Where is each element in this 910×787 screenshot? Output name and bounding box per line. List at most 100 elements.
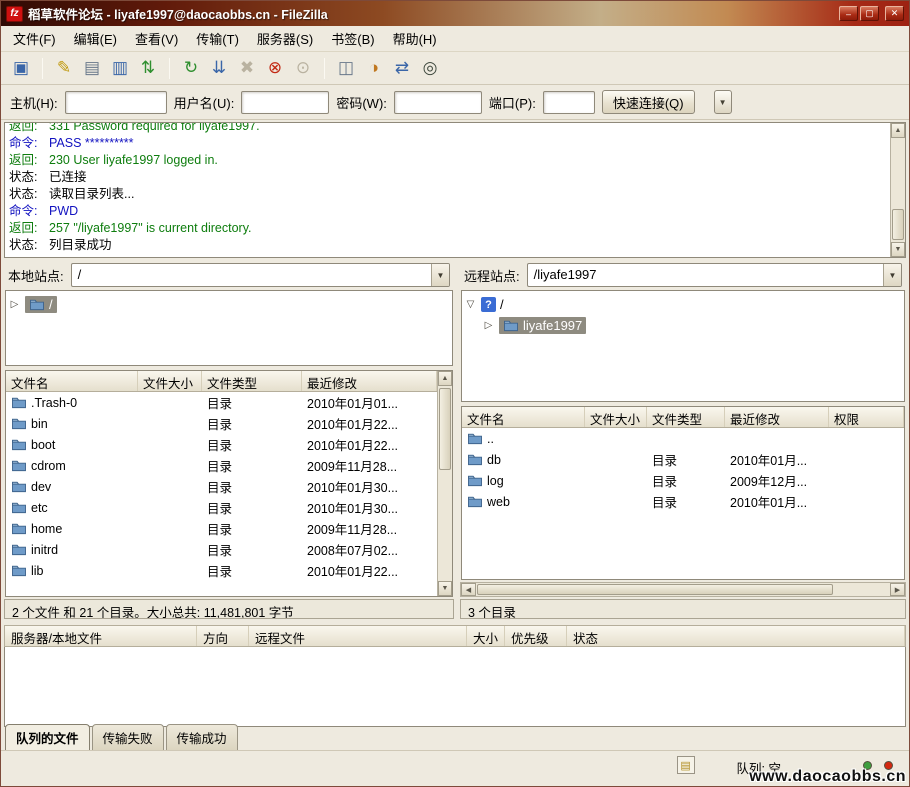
local-tree-root[interactable]: / (8, 294, 450, 315)
scroll-thumb[interactable] (477, 584, 833, 595)
remote-list-hscrollbar[interactable] (460, 582, 906, 597)
file-name: web (487, 495, 510, 509)
synchronized-browsing-icon[interactable]: ⇄ (389, 55, 415, 81)
remote-list-header[interactable]: 文件名文件大小文件类型最近修改权限 (462, 407, 904, 428)
remote-tree-root[interactable]: / (464, 294, 902, 315)
toggle-message-log-icon[interactable]: ✎ (51, 55, 77, 81)
expander-icon[interactable] (482, 320, 495, 331)
filter-icon[interactable]: ◫ (333, 55, 359, 81)
toggle-local-tree-icon[interactable]: ▤ (79, 55, 105, 81)
column-header[interactable]: 最近修改 (725, 407, 829, 427)
find-files-icon[interactable]: ◎ (417, 55, 443, 81)
column-header[interactable]: 文件类型 (202, 371, 302, 391)
title-bar: fz 稻草软件论坛 - liyafe1997@daocaobbs.cn - Fi… (1, 1, 909, 26)
column-header[interactable]: 文件名 (6, 371, 138, 391)
file-row[interactable]: lib 目录 2010年01月22... (6, 560, 437, 581)
tab-failed-transfers[interactable]: 传输失败 (92, 724, 164, 750)
local-list-header[interactable]: 文件名文件大小文件类型最近修改 (6, 371, 437, 392)
file-row[interactable]: bin 目录 2010年01月22... (6, 413, 437, 434)
local-list-scrollbar[interactable] (437, 371, 452, 596)
quickconnect-button[interactable]: 快速连接(Q) (602, 90, 695, 114)
scroll-down-button[interactable] (438, 581, 452, 596)
scroll-right-button[interactable] (890, 583, 905, 596)
tab-queued-files[interactable]: 队列的文件 (5, 724, 90, 750)
local-site-combo[interactable]: / (71, 263, 450, 287)
column-header[interactable]: 最近修改 (302, 371, 437, 391)
remote-tree-node[interactable]: liyafe1997 (464, 315, 902, 336)
host-input[interactable] (65, 91, 167, 114)
close-button[interactable]: ✕ (885, 6, 904, 21)
local-site-value[interactable]: / (72, 264, 431, 286)
queue-header[interactable]: 服务器/本地文件方向远程文件大小优先级状态 (4, 625, 906, 647)
minimize-button[interactable]: – (839, 6, 858, 21)
chevron-down-icon[interactable] (431, 264, 449, 286)
chevron-down-icon[interactable] (883, 264, 901, 286)
file-row[interactable]: db 目录 2010年01月... (462, 449, 904, 470)
password-input[interactable] (394, 91, 482, 114)
column-header[interactable]: 大小 (467, 626, 505, 646)
file-row[interactable]: .. (462, 428, 904, 449)
refresh-icon[interactable]: ↻ (178, 55, 204, 81)
reconnect-icon[interactable]: ⊙ (290, 55, 316, 81)
file-row[interactable]: etc 目录 2010年01月30... (6, 497, 437, 518)
disconnect-icon[interactable]: ⊗ (262, 55, 288, 81)
transfer-queue-list[interactable] (4, 647, 906, 727)
column-header[interactable]: 文件大小 (585, 407, 647, 427)
site-manager-icon[interactable]: ▣ (8, 55, 34, 81)
menu-transfer[interactable]: 传输(T) (187, 26, 248, 51)
directory-comparison-icon[interactable]: ◑ (361, 55, 387, 81)
cancel-operation-icon[interactable]: ✖ (234, 55, 260, 81)
remote-tree[interactable]: / liyafe1997 (461, 290, 905, 402)
column-header[interactable]: 方向 (197, 626, 249, 646)
column-header[interactable]: 远程文件 (249, 626, 467, 646)
file-row[interactable]: initrd 目录 2008年07月02... (6, 539, 437, 560)
menu-view[interactable]: 查看(V) (126, 26, 187, 51)
port-input[interactable] (543, 91, 595, 114)
column-header[interactable]: 权限 (829, 407, 904, 427)
log-notification-icon[interactable]: ▤ (677, 756, 695, 774)
port-label: 端口(P): (489, 93, 536, 112)
process-queue-icon[interactable]: ⇊ (206, 55, 232, 81)
file-row[interactable]: boot 目录 2010年01月22... (6, 434, 437, 455)
scroll-left-button[interactable] (461, 583, 476, 596)
file-row[interactable]: home 目录 2009年11月28... (6, 518, 437, 539)
menu-edit[interactable]: 编辑(E) (65, 26, 126, 51)
menu-help[interactable]: 帮助(H) (384, 26, 446, 51)
toggle-remote-tree-icon[interactable]: ▥ (107, 55, 133, 81)
menu-server[interactable]: 服务器(S) (248, 26, 322, 51)
remote-site-value[interactable]: /liyafe1997 (528, 264, 883, 286)
column-header[interactable]: 状态 (567, 626, 905, 646)
scroll-thumb[interactable] (439, 388, 451, 470)
remote-tree-selection[interactable]: liyafe1997 (499, 317, 586, 334)
column-header[interactable]: 文件大小 (138, 371, 202, 391)
column-header[interactable]: 服务器/本地文件 (5, 626, 197, 646)
log-scrollbar[interactable] (890, 123, 905, 257)
username-input[interactable] (241, 91, 329, 114)
expander-icon[interactable] (8, 299, 21, 310)
column-header[interactable]: 文件类型 (647, 407, 725, 427)
tab-successful-transfers[interactable]: 传输成功 (166, 724, 238, 750)
local-tree-root-selection[interactable]: / (25, 296, 57, 313)
scroll-thumb[interactable] (892, 209, 904, 240)
menu-bookmarks[interactable]: 书签(B) (322, 26, 383, 51)
toggle-queue-icon[interactable]: ⇅ (135, 55, 161, 81)
scroll-up-button[interactable] (438, 371, 452, 386)
column-header[interactable]: 优先级 (505, 626, 567, 646)
file-row[interactable]: .Trash-0 目录 2010年01月01... (6, 392, 437, 413)
file-row[interactable]: log 目录 2009年12月... (462, 470, 904, 491)
quickconnect-dropdown-icon[interactable] (714, 90, 732, 114)
remote-site-bar: 远程站点: /liyafe1997 (460, 260, 906, 290)
scroll-up-button[interactable] (891, 123, 905, 138)
scroll-down-button[interactable] (891, 242, 905, 257)
remote-site-combo[interactable]: /liyafe1997 (527, 263, 902, 287)
file-row[interactable]: dev 目录 2010年01月30... (6, 476, 437, 497)
file-row[interactable]: web 目录 2010年01月... (462, 491, 904, 512)
log-line: 命令:PASS ********** (9, 135, 886, 152)
local-tree[interactable]: / (5, 290, 453, 366)
maximize-button[interactable]: ▢ (860, 6, 879, 21)
column-header[interactable]: 文件名 (462, 407, 585, 427)
menu-file[interactable]: 文件(F) (4, 26, 65, 51)
folder-icon (467, 453, 483, 466)
file-row[interactable]: cdrom 目录 2009年11月28... (6, 455, 437, 476)
expander-icon[interactable] (464, 299, 477, 310)
